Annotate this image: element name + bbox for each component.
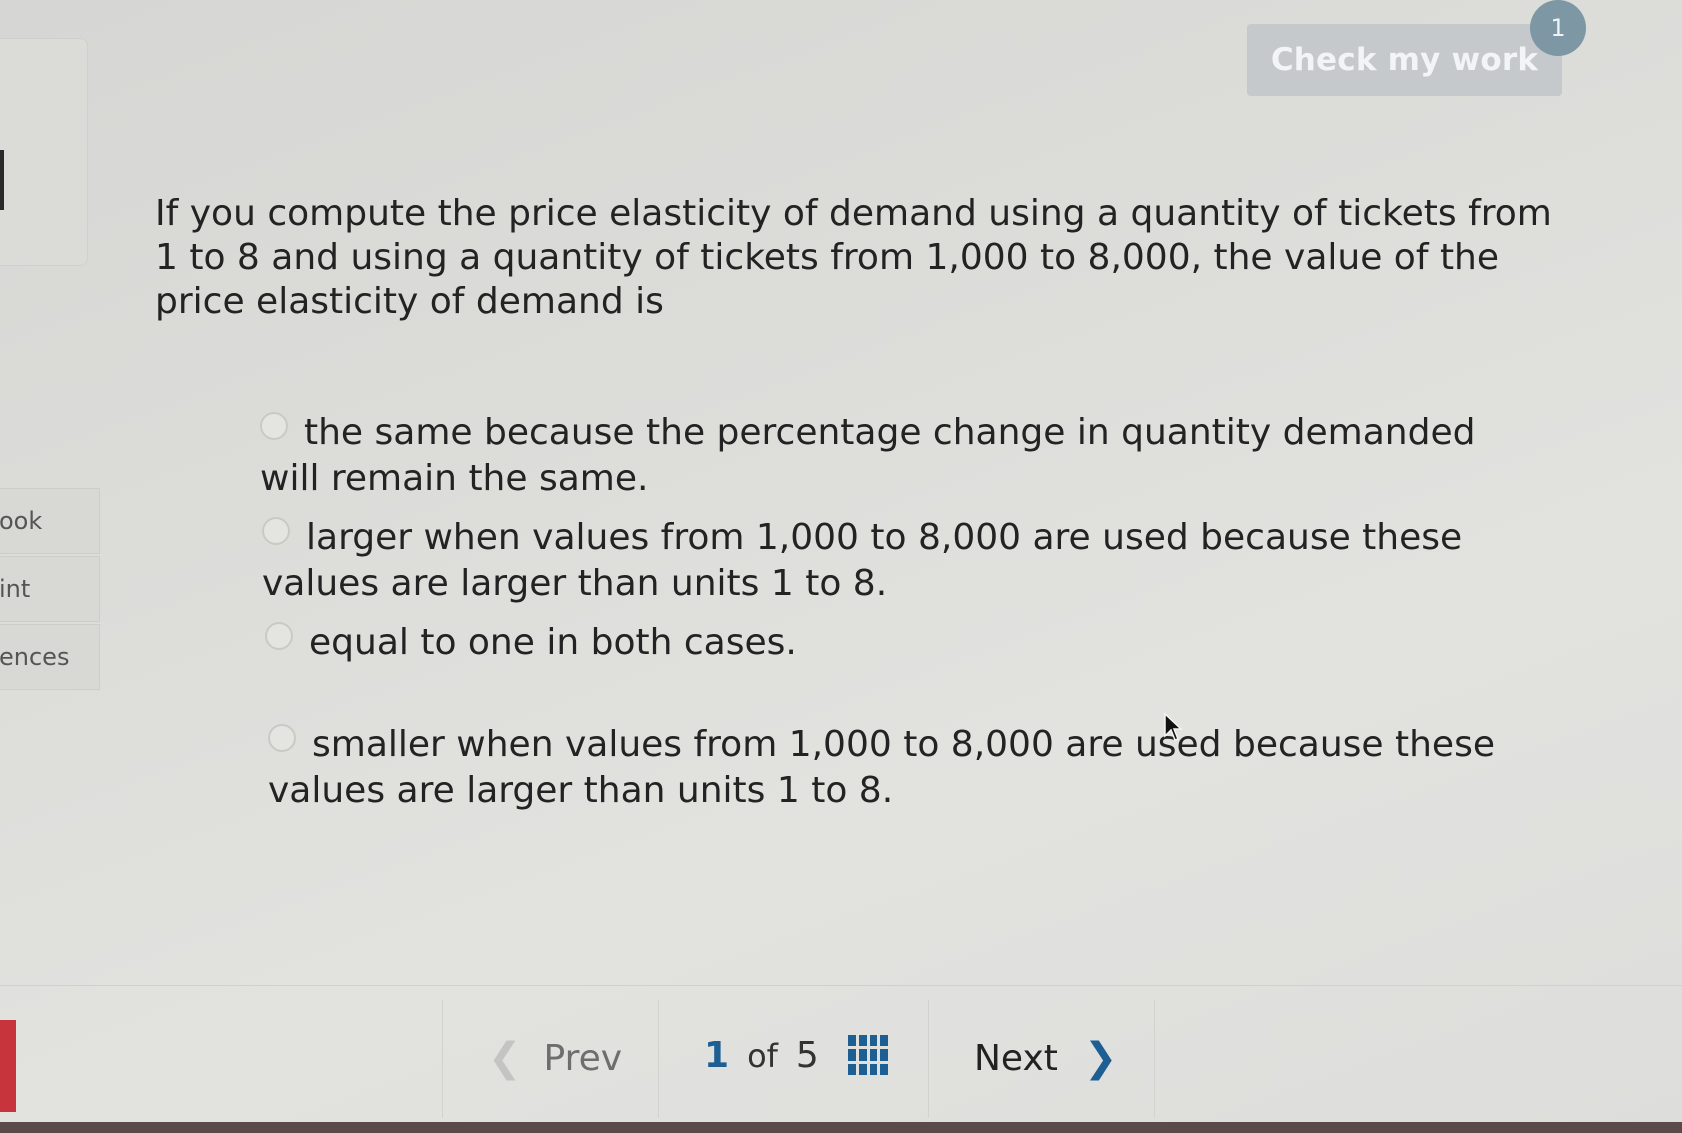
answer-option-4[interactable]: smaller when values from 1,000 to 8,000 … [268, 722, 1538, 814]
answer-option-label: smaller when values from 1,000 to 8,000 … [268, 724, 1495, 811]
nav-separator [928, 1000, 929, 1118]
question-text: If you compute the price elasticity of d… [155, 193, 1552, 322]
answer-option-1[interactable]: the same because the percentage change i… [260, 410, 1510, 502]
grid-icon[interactable] [848, 1035, 888, 1075]
radio-icon[interactable] [265, 622, 293, 650]
sidebar-top-card [0, 38, 88, 266]
check-my-work-label: Check my work [1270, 42, 1539, 78]
prev-button[interactable]: ❮ Prev [488, 1035, 622, 1081]
page-of-label: of [747, 1036, 778, 1075]
bottom-edge-bar [0, 1122, 1682, 1133]
nav-separator [1154, 1000, 1155, 1118]
radio-icon[interactable] [262, 517, 290, 545]
sidebar-edge [0, 150, 4, 210]
sidebar-item-label: ences [0, 643, 70, 671]
sidebar-item-label: ook [0, 507, 43, 535]
chevron-left-icon: ❮ [488, 1035, 522, 1081]
sidebar-item-ebook[interactable]: ook [0, 488, 100, 554]
check-my-work-button[interactable]: Check my work [1247, 24, 1562, 96]
next-label: Next [974, 1037, 1058, 1079]
answer-option-2[interactable]: larger when values from 1,000 to 8,000 a… [262, 515, 1582, 607]
radio-icon[interactable] [268, 724, 296, 752]
prev-label: Prev [543, 1037, 623, 1079]
check-count-badge-text: 1 [1550, 14, 1566, 42]
chevron-right-icon: ❯ [1083, 1035, 1118, 1081]
page-indicator: 1 of 5 [704, 1035, 819, 1076]
sidebar-item-print[interactable]: int [0, 556, 100, 622]
total-pages: 5 [795, 1035, 819, 1076]
sidebar-item-label: int [0, 575, 31, 603]
nav-separator [658, 1000, 659, 1118]
check-count-badge: 1 [1530, 0, 1586, 56]
radio-icon[interactable] [260, 412, 288, 440]
mouse-cursor-icon [1164, 712, 1183, 741]
answer-option-label: larger when values from 1,000 to 8,000 a… [262, 517, 1463, 604]
nav-divider [0, 985, 1682, 986]
current-page: 1 [704, 1035, 730, 1076]
answer-option-3[interactable]: equal to one in both cases. [265, 620, 1515, 666]
nav-separator [442, 1000, 443, 1118]
answer-option-label: the same because the percentage change i… [260, 412, 1476, 499]
sidebar-red-tab[interactable] [0, 1020, 16, 1112]
sidebar-item-references[interactable]: ences [0, 624, 100, 690]
next-button[interactable]: Next ❯ [974, 1035, 1117, 1081]
answer-option-label: equal to one in both cases. [309, 622, 797, 663]
